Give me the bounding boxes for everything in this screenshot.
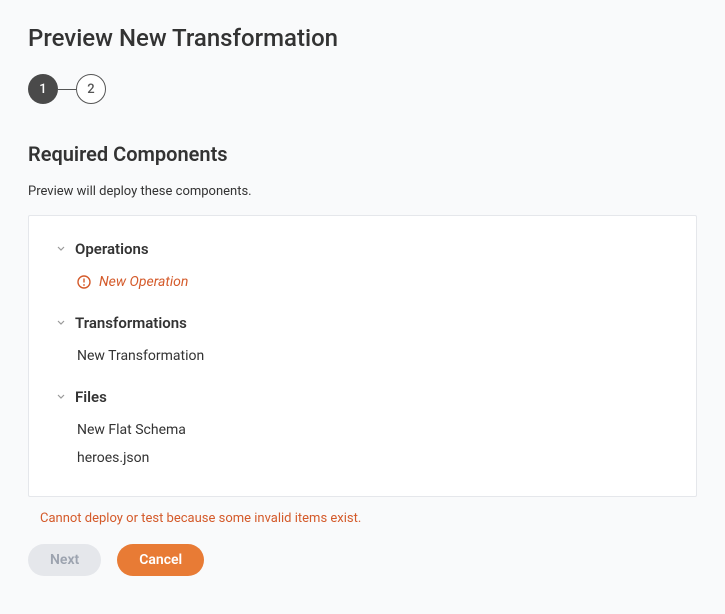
group-files: Files New Flat Schema heroes.json (57, 388, 668, 472)
list-item[interactable]: New Transformation (77, 342, 668, 370)
group-operations: Operations New Operation (57, 240, 668, 296)
group-files-items: New Flat Schema heroes.json (57, 416, 668, 472)
stepper: 1 2 (28, 74, 697, 104)
error-message: Cannot deploy or test because some inval… (40, 511, 697, 526)
list-item[interactable]: heroes.json (77, 444, 668, 472)
group-operations-label: Operations (75, 240, 149, 258)
item-label: heroes.json (77, 450, 149, 466)
group-files-header[interactable]: Files (57, 388, 668, 406)
group-transformations-items: New Transformation (57, 342, 668, 370)
list-item[interactable]: New Operation (77, 268, 668, 296)
group-operations-items: New Operation (57, 268, 668, 296)
next-button: Next (28, 544, 101, 576)
item-label: New Transformation (77, 348, 204, 364)
group-operations-header[interactable]: Operations (57, 240, 668, 258)
chevron-down-icon (57, 245, 65, 253)
item-label: New Operation (99, 274, 188, 290)
step-1[interactable]: 1 (28, 74, 58, 104)
group-files-label: Files (75, 388, 107, 406)
group-transformations-header[interactable]: Transformations (57, 314, 668, 332)
chevron-down-icon (57, 393, 65, 401)
group-transformations-label: Transformations (75, 314, 187, 332)
page-title: Preview New Transformation (28, 24, 697, 52)
chevron-down-icon (57, 319, 65, 327)
alert-icon (77, 275, 91, 289)
item-label: New Flat Schema (77, 422, 186, 438)
group-transformations: Transformations New Transformation (57, 314, 668, 370)
section-description: Preview will deploy these components. (28, 184, 697, 199)
components-panel: Operations New Operation Transformations (28, 215, 697, 497)
step-connector (58, 89, 76, 90)
button-row: Next Cancel (28, 544, 697, 576)
section-title: Required Components (28, 142, 697, 166)
step-2[interactable]: 2 (76, 74, 106, 104)
cancel-button[interactable]: Cancel (117, 544, 204, 576)
list-item[interactable]: New Flat Schema (77, 416, 668, 444)
